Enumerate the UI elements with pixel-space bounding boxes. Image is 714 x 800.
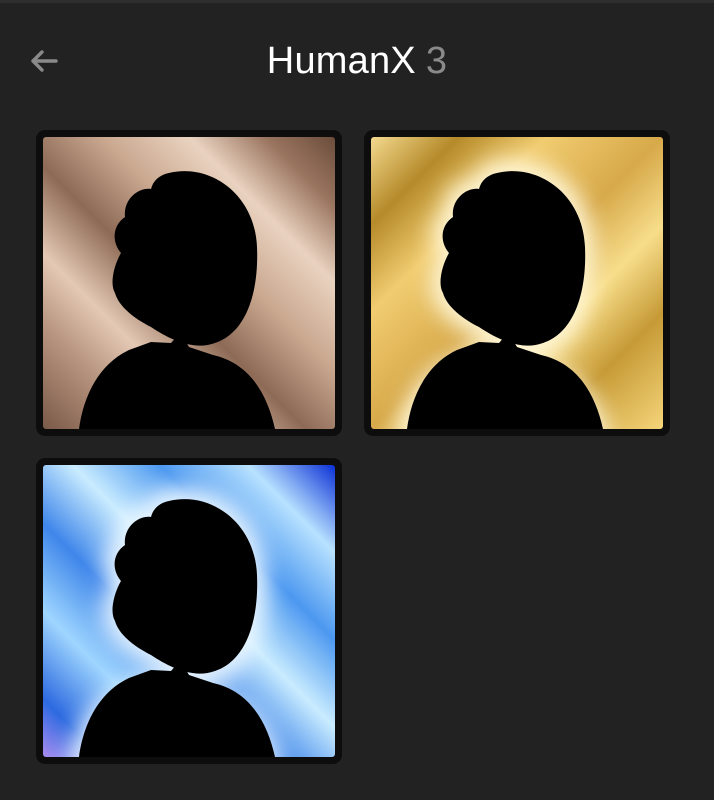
header: HumanX 3 bbox=[0, 0, 714, 120]
item-count: 3 bbox=[425, 40, 448, 82]
nft-artwork bbox=[43, 137, 335, 429]
nft-card-gold[interactable] bbox=[364, 130, 670, 436]
collection-title: HumanX bbox=[266, 40, 416, 82]
silhouette-icon bbox=[371, 137, 663, 429]
silhouette-icon bbox=[43, 137, 335, 429]
nft-artwork bbox=[43, 465, 335, 757]
nft-card-bronze[interactable] bbox=[36, 130, 342, 436]
nft-artwork bbox=[371, 137, 663, 429]
silhouette-icon bbox=[43, 465, 335, 757]
nft-card-sapphire[interactable] bbox=[36, 458, 342, 764]
page-title: HumanX 3 bbox=[0, 38, 714, 84]
